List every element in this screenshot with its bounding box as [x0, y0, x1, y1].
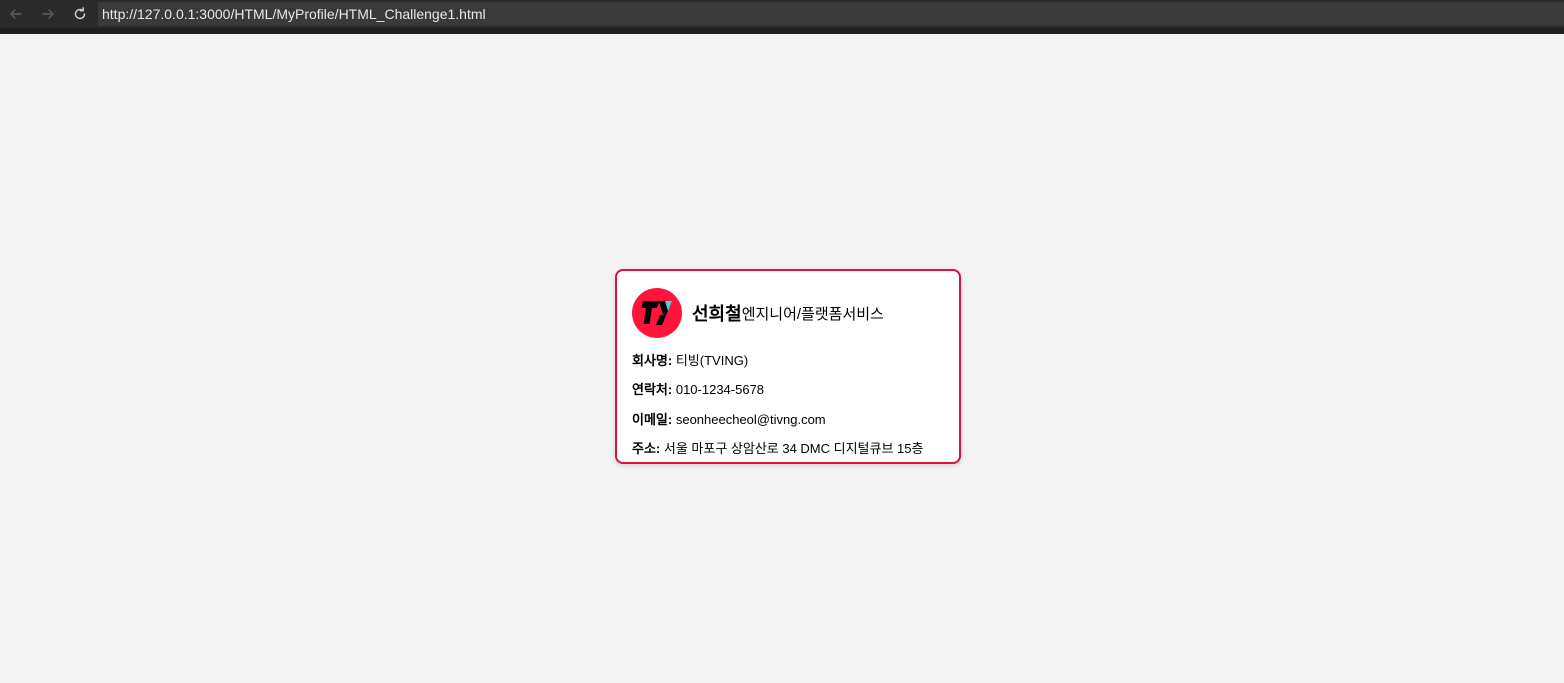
profile-card: 선희철 엔지니어/플랫폼서비스 회사명: 티빙(TVING) 연락처: 010-…	[615, 269, 961, 464]
email-row: 이메일: seonheecheol@tivng.com	[632, 409, 826, 428]
phone-label: 연락처:	[632, 382, 673, 397]
tving-logo-icon	[632, 288, 682, 338]
phone-row: 연락처: 010-1234-5678	[632, 379, 764, 398]
phone-value: 010-1234-5678	[675, 382, 765, 397]
address-row: 주소: 서울 마포구 상암산로 34 DMC 디지털큐브 15층	[632, 438, 923, 457]
reload-icon	[74, 7, 86, 20]
address-value: 서울 마포구 상암산로 34 DMC 디지털큐브 15층	[663, 441, 924, 456]
email-label: 이메일:	[632, 412, 673, 427]
forward-button[interactable]	[32, 0, 64, 28]
arrow-left-icon	[10, 9, 22, 19]
address-label: 주소:	[632, 441, 661, 456]
profile-name: 선희철	[692, 304, 742, 324]
profile-role: 엔지니어/플랫폼서비스	[741, 305, 884, 323]
company-label: 회사명:	[632, 353, 673, 368]
company-row: 회사명: 티빙(TVING)	[632, 350, 748, 369]
browser-toolbar: http://127.0.0.1:3000/HTML/MyProfile/HTM…	[0, 0, 1564, 34]
reload-button[interactable]	[64, 0, 96, 28]
url-text: http://127.0.0.1:3000/HTML/MyProfile/HTM…	[102, 6, 486, 22]
page-viewport: 선희철 엔지니어/플랫폼서비스 회사명: 티빙(TVING) 연락처: 010-…	[0, 34, 1564, 683]
company-value: 티빙(TVING)	[675, 353, 749, 368]
address-bar[interactable]: http://127.0.0.1:3000/HTML/MyProfile/HTM…	[98, 2, 1564, 26]
back-button[interactable]	[0, 0, 32, 28]
card-header: 선희철 엔지니어/플랫폼서비스	[632, 287, 884, 339]
email-value: seonheecheol@tivng.com	[675, 412, 826, 427]
arrow-right-icon	[42, 9, 54, 19]
